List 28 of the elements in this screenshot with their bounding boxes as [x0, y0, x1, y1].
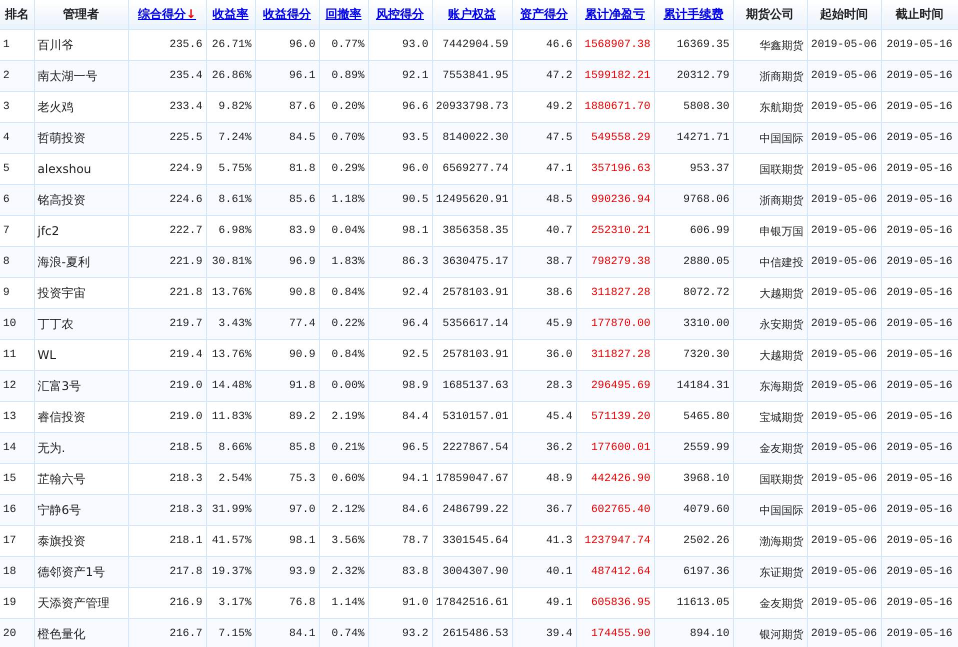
rank-cell: 20 — [0, 618, 34, 647]
table-cell: 2615486.53 — [432, 618, 512, 647]
table-cell: 84.1 — [255, 618, 319, 647]
table-cell: 216.7 — [128, 618, 206, 647]
column-header: 管理者 — [34, 0, 128, 30]
sort-link[interactable]: 账户权益 — [448, 7, 496, 21]
sort-link[interactable]: 回撤率 — [326, 7, 362, 21]
sort-link[interactable]: 收益得分 — [263, 7, 311, 21]
sort-link[interactable]: 收益率 — [212, 7, 248, 21]
column-header: 截止时间 — [881, 0, 958, 30]
table-cell: 银河期货 — [733, 618, 807, 647]
table-cell: 174455.90 — [576, 618, 654, 647]
table-cell: 2019-05-06 — [807, 618, 881, 647]
sort-link[interactable]: 资产得分 — [520, 7, 568, 21]
table-cell: 894.10 — [654, 618, 733, 647]
column-header: 期货公司 — [733, 0, 807, 30]
table-cell: 0.74% — [319, 618, 368, 647]
table-cell: 2019-05-16 — [881, 618, 958, 647]
table-cell: 7.15% — [206, 618, 255, 647]
sort-link[interactable]: 风控得分 — [376, 7, 424, 21]
sort-link[interactable]: 累计手续费 — [664, 7, 724, 21]
sort-link[interactable]: 综合得分↓ — [138, 7, 196, 21]
column-header: 起始时间 — [807, 0, 881, 30]
table-cell: 39.4 — [512, 618, 576, 647]
manager-name: 橙色量化 — [34, 618, 128, 647]
sort-link[interactable]: 累计净盈亏 — [585, 7, 645, 21]
table-cell: 93.2 — [368, 618, 432, 647]
column-header: 排名 — [0, 0, 34, 30]
